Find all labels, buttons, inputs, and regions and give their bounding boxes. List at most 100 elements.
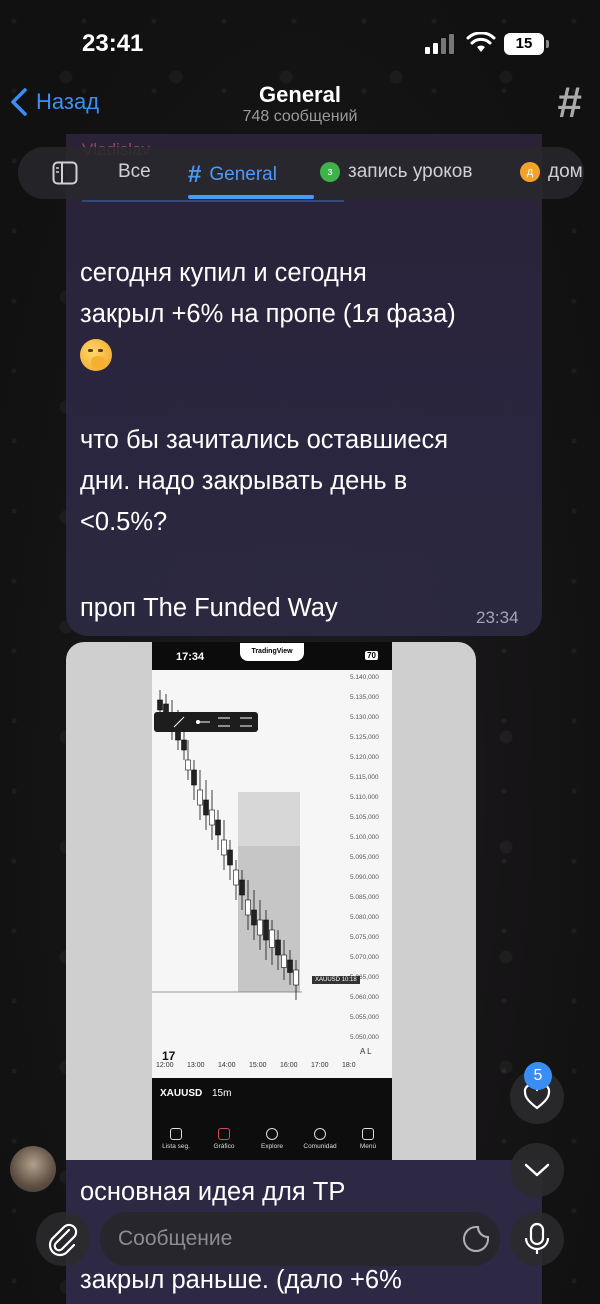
- topic-dot-icon: з: [320, 162, 340, 182]
- svg-text:A L: A L: [360, 1047, 372, 1056]
- time-axis-label: 16:00: [280, 1062, 298, 1069]
- hash-icon: #: [188, 161, 202, 188]
- candle-body: [287, 959, 293, 973]
- nav-bar: Назад General 748 сообщений #: [0, 78, 600, 134]
- tab-label: General: [209, 164, 277, 185]
- message-line: что бы зачитались оставшиеся: [80, 426, 449, 454]
- battery-tip: [546, 40, 549, 48]
- message-input-placeholder: Сообщение: [118, 1227, 233, 1250]
- message-time: 23:34: [476, 608, 519, 627]
- tab-label: Все: [118, 161, 151, 182]
- attach-button[interactable]: [36, 1212, 90, 1266]
- price-tag: XAUUSD 10:18: [312, 976, 360, 984]
- microphone-icon: [524, 1222, 550, 1254]
- candle-body: [251, 909, 257, 926]
- candle-body: [233, 869, 239, 886]
- candle-body: [239, 879, 245, 896]
- topic-tab-bar: Все # General з запись уроков д дом: [18, 147, 584, 199]
- price-axis-label: 5.135,000: [350, 694, 379, 701]
- candle-body: [281, 954, 287, 968]
- price-axis-label: 5.075,000: [350, 934, 379, 941]
- cellular-signal-icon: [425, 34, 454, 54]
- message-line: проп The Funded Way: [80, 594, 338, 622]
- candle-body: [275, 939, 281, 956]
- candle-body: [203, 799, 209, 816]
- status-bar: 23:41 15: [0, 0, 600, 80]
- candlestick-chart: 17 A L 5.140,000 5.135,000 5.130,000 5.125,…: [152, 670, 392, 1080]
- active-tab-indicator: [188, 195, 314, 199]
- scroll-down-button[interactable]: [510, 1143, 564, 1197]
- candle-body: [181, 739, 187, 751]
- price-axis-label: 5.095,000: [350, 854, 379, 861]
- message-count: 748 сообщений: [242, 108, 358, 125]
- battery-indicator: 15: [504, 33, 544, 55]
- price-axis-label: 5.100,000: [350, 834, 379, 841]
- price-axis-label: 5.050,000: [350, 1034, 379, 1041]
- avatar[interactable]: [10, 1146, 56, 1192]
- screenshot-battery: 70: [365, 651, 378, 660]
- price-axis-label: 5.085,000: [350, 894, 379, 901]
- tab-all[interactable]: Все: [118, 161, 151, 183]
- screenshot-time: 17:34: [176, 651, 205, 663]
- tradingview-logo: TradingView: [240, 643, 304, 661]
- tab-general[interactable]: # General: [188, 161, 277, 189]
- candle-body: [269, 929, 275, 948]
- tab-label: запись уроков: [348, 161, 473, 182]
- composer-bar: Сообщение: [0, 1208, 600, 1272]
- candle-body: [257, 919, 263, 936]
- chat-title[interactable]: General: [0, 82, 600, 108]
- price-axis-label: 5.080,000: [350, 914, 379, 921]
- time-axis-label: 18:0: [342, 1062, 356, 1069]
- candle-body: [191, 769, 197, 786]
- screenshot-status-bar: 17:34 TradingView 70: [152, 642, 392, 670]
- message-line: сегодня купил и сегодня: [80, 259, 367, 287]
- sidebar-toggle-icon[interactable]: [52, 161, 78, 185]
- time-axis-label: 15:00: [249, 1062, 267, 1069]
- candle-body: [293, 969, 299, 986]
- candle-body: [245, 899, 251, 916]
- message-line: закрыл +6% на пропе (1я фаза): [80, 300, 456, 328]
- price-axis-label: 5.055,000: [350, 1014, 379, 1021]
- price-axis-label: 5.105,000: [350, 814, 379, 821]
- candle-body: [215, 819, 221, 836]
- status-time: 23:41: [82, 30, 144, 57]
- candle-body: [197, 789, 203, 806]
- message-line: основная идея для ТР: [80, 1178, 346, 1206]
- candle-body: [209, 809, 215, 826]
- topic-dot-icon: д: [520, 162, 540, 182]
- price-axis-label: 5.140,000: [350, 674, 379, 681]
- price-axis-label: 5.115,000: [350, 774, 379, 781]
- price-axis-label: 5.130,000: [350, 714, 379, 721]
- chart-nav: Gráfico: [200, 1128, 248, 1150]
- wifi-icon: [466, 32, 496, 52]
- time-axis-label: 17:00: [311, 1062, 329, 1069]
- candle-body: [185, 759, 191, 771]
- timeframe-label: 15m: [212, 1088, 232, 1099]
- svg-text:17: 17: [162, 1049, 176, 1063]
- photo-attachment[interactable]: 17:34 TradingView 70 17 A L 5.140,000 5.…: [66, 642, 476, 1160]
- unread-reactions-badge: 5: [524, 1062, 552, 1090]
- time-axis-label: 14:00: [218, 1062, 236, 1069]
- sticker-icon[interactable]: [462, 1225, 490, 1253]
- menu-nav: Menú: [344, 1128, 392, 1150]
- price-axis-label: 5.125,000: [350, 734, 379, 741]
- voice-record-button[interactable]: [510, 1212, 564, 1266]
- symbol-label: XAUUSD: [160, 1088, 203, 1099]
- message-line: <0.5%?: [80, 508, 168, 536]
- paperclip-icon: [48, 1223, 78, 1257]
- message-input[interactable]: Сообщение: [100, 1212, 500, 1266]
- explore-nav: Explore: [248, 1128, 296, 1150]
- tradingview-screenshot: 17:34 TradingView 70 17 A L 5.140,000 5.…: [152, 642, 392, 1160]
- message-bubble[interactable]: [66, 134, 542, 636]
- tab-dom[interactable]: д дом: [520, 161, 583, 183]
- message-line: дни. надо закрывать день в: [80, 467, 408, 495]
- community-nav: Comunidad: [296, 1128, 344, 1150]
- candle-body: [227, 849, 233, 866]
- price-axis-label: 5.060,000: [350, 994, 379, 1001]
- tab-lesson-recordings[interactable]: з запись уроков: [320, 161, 472, 183]
- watchlist-nav: Lista seg.: [152, 1128, 200, 1150]
- price-axis-label: 5.090,000: [350, 874, 379, 881]
- time-axis-label: 13:00: [187, 1062, 205, 1069]
- topic-hash-icon[interactable]: #: [558, 78, 582, 128]
- candle-body: [157, 699, 163, 711]
